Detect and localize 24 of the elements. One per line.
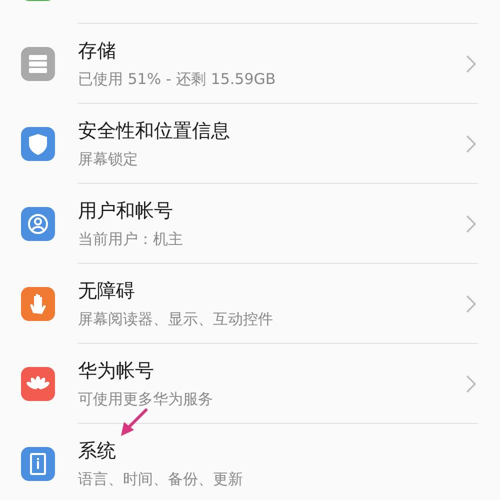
- item-subtitle: 语言、时间、备份、更新: [78, 470, 243, 489]
- item-title: 华为帐号: [78, 359, 154, 384]
- item-subtitle: 当前用户：机主: [78, 230, 183, 249]
- settings-item[interactable]: 华为帐号 可使用更多华为服务: [0, 344, 500, 424]
- settings-item[interactable]: 安全性和位置信息 屏幕锁定: [0, 104, 500, 184]
- petal-icon: [21, 367, 55, 401]
- info-icon: [21, 447, 55, 481]
- settings-item[interactable]: 存储 已使用 51% - 还剩 15.59GB: [0, 24, 500, 104]
- item-title: 系统: [78, 439, 116, 464]
- settings-item[interactable]: 系统 语言、时间、备份、更新: [0, 424, 500, 500]
- item-subtitle: 屏幕阅读器、显示、互动控件: [78, 310, 273, 329]
- item-title: 无障碍: [78, 279, 135, 304]
- settings-item[interactable]: 无障碍 屏幕阅读器、显示、互动控件: [0, 264, 500, 344]
- item-title: 存储: [78, 39, 116, 64]
- settings-item[interactable]: 用户和帐号 当前用户：机主: [0, 184, 500, 264]
- user-icon: [21, 207, 55, 241]
- hand-icon: [21, 287, 55, 321]
- shield-icon: [21, 127, 55, 161]
- storage-icon: [21, 47, 55, 81]
- item-subtitle: 可使用更多华为服务: [78, 390, 213, 409]
- item-subtitle: 屏幕锁定: [78, 150, 138, 169]
- item-subtitle: 已使用 51% - 还剩 15.59GB: [78, 70, 276, 89]
- item-title: 用户和帐号: [78, 199, 173, 224]
- item-title: 安全性和位置信息: [78, 119, 230, 144]
